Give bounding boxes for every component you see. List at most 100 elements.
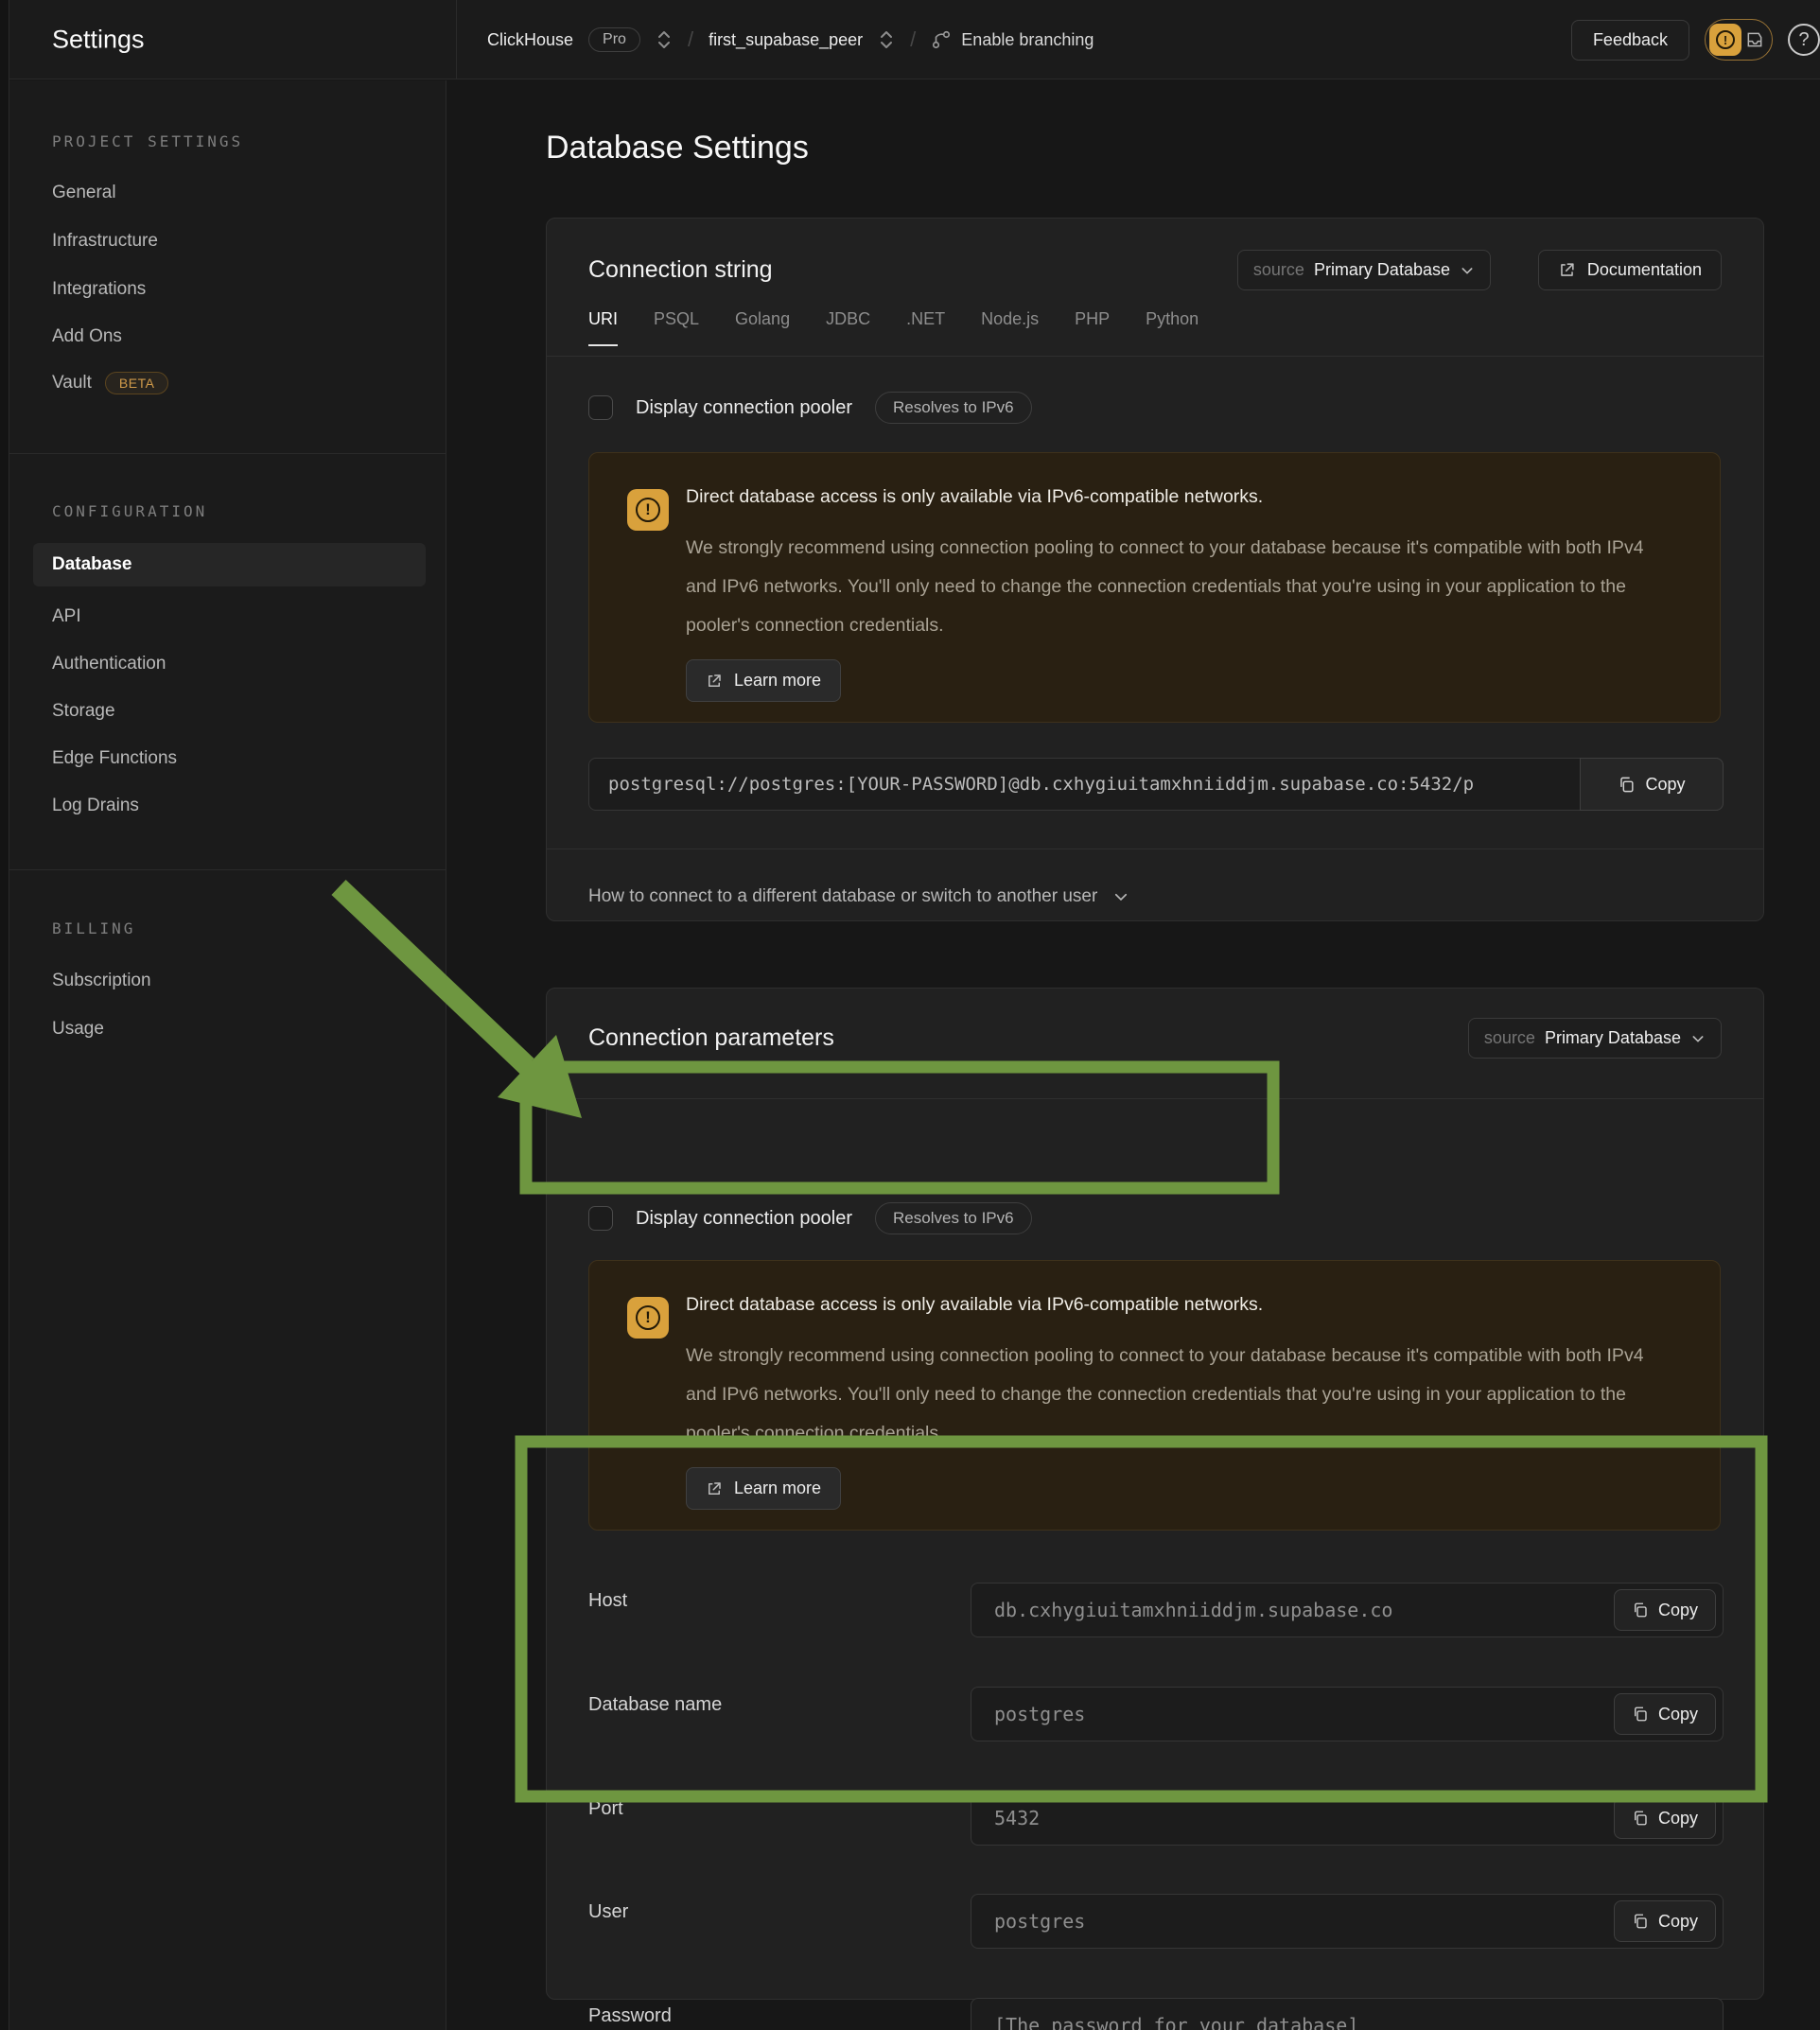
sidebar-divider [9, 869, 446, 870]
sidebar-item-edge-functions[interactable]: Edge Functions [52, 748, 177, 769]
warning-icon: ! [627, 489, 669, 531]
copy-user-button[interactable]: Copy [1614, 1900, 1716, 1942]
copy-icon [1632, 1706, 1649, 1723]
breadcrumb-separator: / [688, 27, 693, 52]
ipv6-notice: ! Direct database access is only availab… [588, 1260, 1721, 1531]
external-link-icon [1558, 261, 1576, 279]
beta-badge: BETA [105, 372, 169, 394]
chevron-down-icon [1112, 888, 1129, 905]
header-divider [456, 0, 457, 79]
display-pooler-checkbox[interactable] [588, 1206, 613, 1231]
enable-branching-button[interactable]: Enable branching [931, 29, 1094, 50]
tab-php[interactable]: PHP [1075, 309, 1110, 346]
source-select[interactable]: source Primary Database [1237, 250, 1491, 290]
sidebar-item-authentication[interactable]: Authentication [52, 654, 166, 674]
sidebar-item-usage[interactable]: Usage [52, 1019, 104, 1040]
resolves-ipv6-badge: Resolves to IPv6 [875, 1202, 1032, 1234]
database-name-input[interactable]: postgres Copy [971, 1687, 1724, 1741]
connection-string-card: Connection string source Primary Databas… [546, 218, 1764, 921]
pooler-toggle-row: Display connection pooler Resolves to IP… [588, 392, 1032, 424]
project-breadcrumb[interactable]: first_supabase_peer [709, 30, 863, 50]
param-row-port: Port 5432 Copy [547, 1791, 1763, 1846]
card-header-border [547, 356, 1763, 357]
tab-golang[interactable]: Golang [735, 309, 790, 346]
chevron-down-icon [1690, 1031, 1706, 1046]
tab-uri[interactable]: URI [588, 309, 618, 346]
sidebar-item-add-ons[interactable]: Add Ons [52, 326, 122, 347]
host-input[interactable]: db.cxhygiuitamxhniiddjm.supabase.co Copy [971, 1583, 1724, 1637]
page-header-title: Settings [52, 25, 145, 54]
tab-python[interactable]: Python [1146, 309, 1199, 346]
copy-connection-string-button[interactable]: Copy [1580, 758, 1724, 811]
copy-icon [1632, 1913, 1649, 1930]
connection-string-tabs: URI PSQL Golang JDBC .NET Node.js PHP Py… [588, 309, 1199, 346]
section-title-project-settings: PROJECT SETTINGS [52, 132, 243, 150]
section-title-configuration: CONFIGURATION [52, 502, 207, 520]
learn-more-button[interactable]: Learn more [686, 1467, 841, 1510]
warning-icon: ! [627, 1297, 669, 1339]
connection-string-input[interactable]: postgresql://postgres:[YOUR-PASSWORD]@db… [588, 758, 1724, 811]
copy-icon [1618, 776, 1636, 794]
source-select[interactable]: source Primary Database [1468, 1018, 1722, 1059]
connect-help-expander[interactable]: How to connect to a different database o… [588, 871, 1129, 922]
page-title: Database Settings [546, 130, 809, 166]
param-row-host: Host db.cxhygiuitamxhniiddjm.supabase.co… [547, 1583, 1763, 1637]
org-switcher-icon[interactable] [656, 29, 673, 50]
user-input[interactable]: postgres Copy [971, 1894, 1724, 1949]
sidebar-item-integrations[interactable]: Integrations [52, 279, 146, 300]
breadcrumb: ClickHouse Pro / first_supabase_peer / E… [487, 0, 1094, 79]
section-title-billing: BILLING [52, 919, 135, 937]
main-content: Database Settings Connection string sour… [447, 80, 1820, 2030]
sidebar-item-api[interactable]: API [52, 606, 81, 627]
tab-nodejs[interactable]: Node.js [981, 309, 1039, 346]
card-header-border [547, 1098, 1763, 1099]
alert-badge-icon: ! [1709, 24, 1741, 56]
copy-host-button[interactable]: Copy [1614, 1589, 1716, 1631]
documentation-button[interactable]: Documentation [1538, 250, 1722, 290]
copy-database-name-button[interactable]: Copy [1614, 1693, 1716, 1735]
param-row-user: User postgres Copy [547, 1894, 1763, 1949]
sidebar-item-subscription[interactable]: Subscription [52, 971, 151, 991]
port-input[interactable]: 5432 Copy [971, 1791, 1724, 1846]
learn-more-button[interactable]: Learn more [686, 659, 841, 702]
ipv6-notice: ! Direct database access is only availab… [588, 452, 1721, 723]
param-row-password: Password [The password for your database… [547, 1998, 1763, 2030]
sidebar-item-log-drains[interactable]: Log Drains [52, 796, 139, 816]
external-link-icon [706, 673, 723, 690]
header-actions: Feedback ! ? [1571, 0, 1807, 79]
external-link-icon [706, 1480, 723, 1497]
param-row-database-name: Database name postgres Copy [547, 1687, 1763, 1741]
tab-jdbc[interactable]: JDBC [826, 309, 870, 346]
notifications-button[interactable]: ! [1705, 19, 1773, 61]
inbox-icon [1745, 30, 1764, 49]
tab-psql[interactable]: PSQL [654, 309, 699, 346]
tab-dotnet[interactable]: .NET [906, 309, 945, 346]
copy-icon [1632, 1601, 1649, 1619]
breadcrumb-separator: / [910, 27, 916, 52]
connection-parameters-title: Connection parameters [588, 1024, 834, 1052]
project-switcher-icon[interactable] [878, 29, 895, 50]
settings-app: Settings ClickHouse Pro / first_supabase… [0, 0, 1820, 2030]
chevron-down-icon [1460, 263, 1475, 278]
connection-parameters-card: Connection parameters source Primary Dat… [546, 988, 1764, 2000]
left-edge-rail [0, 0, 9, 2030]
sidebar-divider [9, 453, 446, 454]
plan-badge: Pro [588, 27, 640, 52]
copy-port-button[interactable]: Copy [1614, 1797, 1716, 1839]
connection-string-title: Connection string [588, 256, 773, 284]
pooler-toggle-row: Display connection pooler Resolves to IP… [588, 1202, 1032, 1234]
sidebar-item-storage[interactable]: Storage [52, 701, 115, 722]
sidebar-item-database[interactable]: Database [33, 543, 426, 586]
resolves-ipv6-badge: Resolves to IPv6 [875, 392, 1032, 424]
git-branch-icon [931, 29, 952, 50]
password-input[interactable]: [The password for your database] [971, 1998, 1724, 2030]
display-pooler-checkbox[interactable] [588, 395, 613, 420]
copy-icon [1632, 1810, 1649, 1827]
feedback-button[interactable]: Feedback [1571, 20, 1689, 61]
help-icon[interactable]: ? [1788, 24, 1820, 56]
sidebar-item-infrastructure[interactable]: Infrastructure [52, 231, 158, 252]
org-breadcrumb[interactable]: ClickHouse [487, 30, 573, 50]
settings-sidebar: PROJECT SETTINGS General Infrastructure … [9, 80, 446, 2030]
sidebar-item-vault[interactable]: Vault BETA [52, 372, 168, 394]
sidebar-item-general[interactable]: General [52, 183, 116, 203]
